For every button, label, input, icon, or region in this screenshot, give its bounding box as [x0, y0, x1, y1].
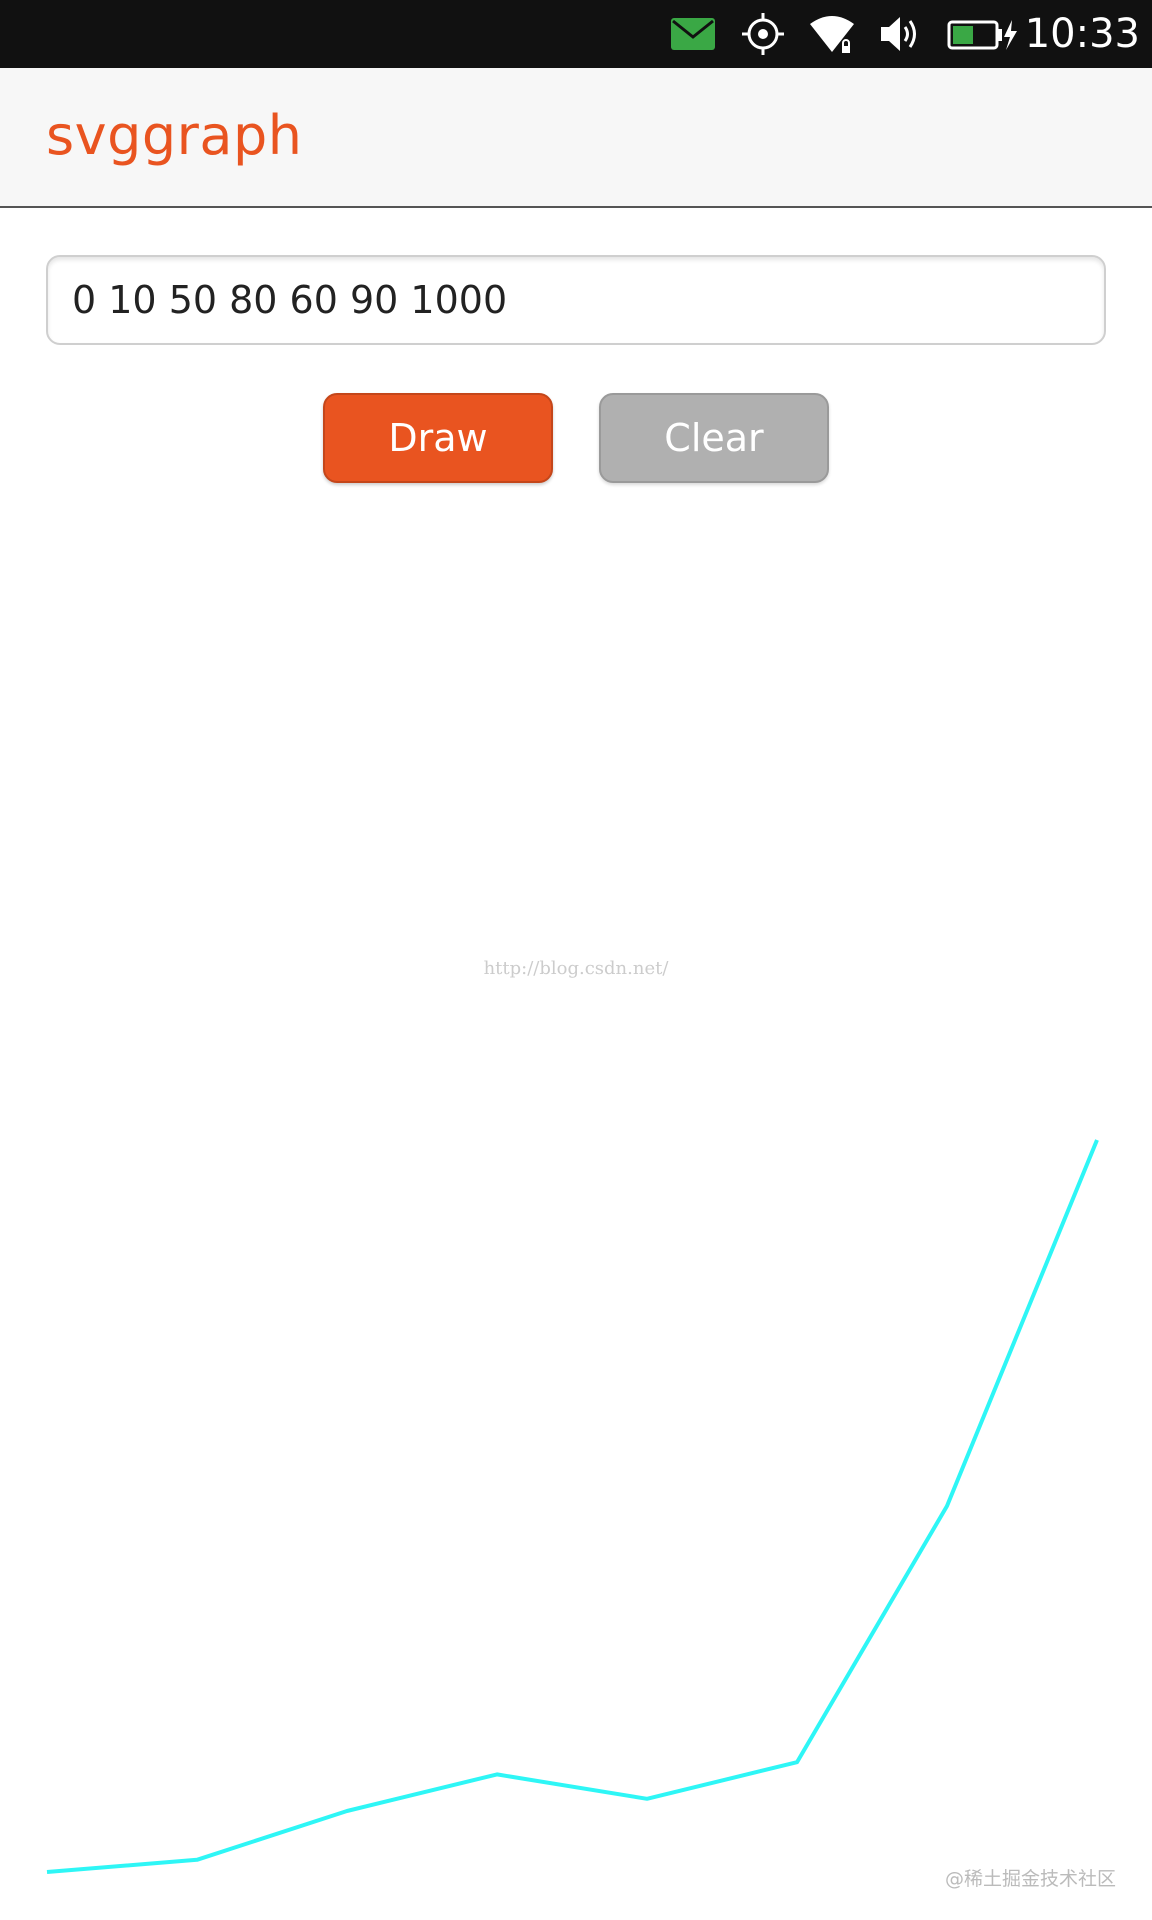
watermark-brand: @稀土掘金技术社区 — [944, 1868, 1116, 1890]
watermark-url: http://blog.csdn.net/ — [483, 958, 669, 979]
series-line-0 — [46, 1139, 1099, 1874]
